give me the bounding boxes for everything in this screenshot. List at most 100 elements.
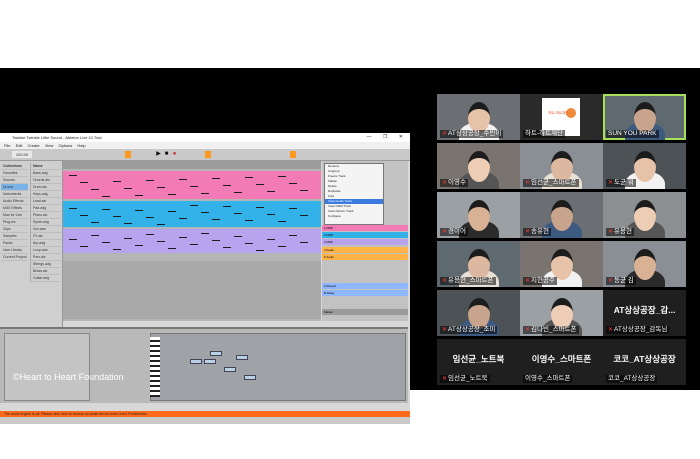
context-menu-item[interactable]: Configure bbox=[325, 214, 383, 219]
file-item[interactable]: Chords.alc bbox=[31, 177, 61, 184]
participant-name: 코코_AT상상공장 bbox=[606, 375, 658, 383]
track-header[interactable]: A Reverb bbox=[322, 283, 408, 289]
menu-options[interactable]: Options bbox=[58, 143, 72, 148]
participant-tile[interactable]: ✕도균 워 bbox=[603, 143, 686, 189]
track-header[interactable]: B Delay bbox=[322, 290, 408, 296]
participant-name: ✕이영수 bbox=[440, 179, 468, 187]
participant-tile[interactable]: ✕이영수 bbox=[437, 143, 520, 189]
menu-file[interactable]: File bbox=[4, 143, 10, 148]
clip-note bbox=[91, 189, 99, 190]
clip-note bbox=[223, 247, 231, 248]
file-item[interactable]: Strings.adg bbox=[31, 261, 61, 268]
file-item[interactable]: Loop.wav bbox=[31, 247, 61, 254]
place-item[interactable]: Plug-ins bbox=[1, 219, 28, 226]
place-item[interactable]: Samples bbox=[1, 233, 28, 240]
stop-icon[interactable]: ■ bbox=[163, 151, 170, 158]
participant-tile[interactable]: ✕임선균_스마트폰 bbox=[520, 143, 603, 189]
piano-roll-note[interactable] bbox=[210, 351, 222, 356]
participant-tile[interactable]: AT상상공장_감... ✕AT상상공장_감독님 bbox=[603, 290, 686, 336]
detail-view[interactable] bbox=[0, 327, 408, 403]
timeline-ruler[interactable] bbox=[63, 161, 321, 169]
clip-note bbox=[267, 214, 275, 215]
file-item[interactable]: Arp.adg bbox=[31, 240, 61, 247]
piano-roll-note[interactable] bbox=[224, 367, 236, 372]
metronome-icon[interactable] bbox=[125, 151, 131, 158]
participant-tile[interactable]: 이영수_스마트폰 이영수_스마트폰 bbox=[520, 339, 603, 385]
participant-tile[interactable]: ✕경이어 bbox=[437, 192, 520, 238]
participant-tile[interactable]: ✕동균 김 bbox=[603, 241, 686, 287]
clip-note bbox=[267, 191, 275, 192]
participant-tile[interactable]: SUN YOU PARK bbox=[603, 94, 686, 140]
overdub-icon[interactable] bbox=[205, 151, 211, 158]
participant-tile[interactable]: ✕유용현_스마트폰 bbox=[437, 241, 520, 287]
clip-properties[interactable] bbox=[4, 333, 90, 401]
record-icon[interactable]: ● bbox=[171, 151, 178, 158]
participant-name-text: 이영수_스마트폰 bbox=[525, 375, 571, 382]
participant-tile[interactable]: 하트-하트재단 하트-하트재단 bbox=[520, 94, 603, 140]
piano-roll[interactable] bbox=[150, 333, 406, 401]
clip-note bbox=[80, 215, 88, 216]
place-item[interactable]: Current Project bbox=[1, 254, 28, 261]
file-item[interactable]: Pad.adg bbox=[31, 205, 61, 212]
participant-name: ✕경이어 bbox=[440, 228, 468, 236]
participant-name-text: SUN YOU PARK bbox=[608, 130, 657, 137]
context-menu[interactable]: Rename Ungroup Freeze Track Flatten Dele… bbox=[324, 163, 384, 225]
file-item[interactable]: Piano.alc bbox=[31, 212, 61, 219]
participant-tile[interactable]: ✕유용현 bbox=[603, 192, 686, 238]
participant-tile[interactable]: 코코_AT상상공장 코코_AT상상공장 bbox=[603, 339, 686, 385]
file-item[interactable]: FX.alc bbox=[31, 233, 61, 240]
loop-icon[interactable] bbox=[290, 151, 296, 158]
piano-roll-note[interactable] bbox=[190, 359, 202, 364]
clip-note bbox=[113, 249, 121, 250]
play-icon[interactable]: ▶ bbox=[155, 151, 162, 158]
participant-tile[interactable]: ✕김다빈_스마트폰 bbox=[520, 290, 603, 336]
file-item[interactable]: Lead.alc bbox=[31, 198, 61, 205]
file-item[interactable]: Keys.adg bbox=[31, 191, 61, 198]
track-header[interactable]: 3 MIDI bbox=[322, 239, 408, 245]
piano-keys[interactable] bbox=[150, 337, 160, 397]
place-item[interactable]: Sounds bbox=[1, 177, 28, 184]
file-item[interactable]: Bass.adg bbox=[31, 170, 61, 177]
place-item[interactable]: Packs bbox=[1, 240, 28, 247]
arrangement-view[interactable] bbox=[63, 161, 321, 321]
place-item[interactable]: Drums bbox=[1, 184, 28, 191]
empty-track-area[interactable] bbox=[63, 261, 321, 319]
file-item[interactable]: Drum.alc bbox=[31, 184, 61, 191]
track-header[interactable]: 4 Audio bbox=[322, 247, 408, 253]
track-header[interactable]: 1 MIDI bbox=[322, 225, 408, 231]
place-item[interactable]: Max for Live bbox=[1, 212, 28, 219]
participant-tile[interactable]: ✕송유현 bbox=[520, 192, 603, 238]
file-item[interactable]: Perc.alc bbox=[31, 254, 61, 261]
menu-edit[interactable]: Edit bbox=[16, 143, 23, 148]
menu-help[interactable]: Help bbox=[77, 143, 85, 148]
window-controls[interactable]: — ❐ ✕ bbox=[367, 133, 408, 142]
menu-create[interactable]: Create bbox=[28, 143, 40, 148]
participant-tile[interactable]: ✕AT상상공장_조미 bbox=[437, 290, 520, 336]
place-item[interactable]: Favorites bbox=[1, 170, 28, 177]
track-header[interactable]: Master bbox=[322, 309, 408, 315]
place-item[interactable]: Clips bbox=[1, 226, 28, 233]
file-item[interactable]: Synth.adg bbox=[31, 219, 61, 226]
piano-roll-note[interactable] bbox=[204, 359, 216, 364]
track-header[interactable]: 5 Audio bbox=[322, 254, 408, 260]
mic-muted-icon: ✕ bbox=[442, 131, 448, 137]
midi-clip-purple[interactable] bbox=[63, 229, 321, 253]
file-item[interactable]: Guitar.adg bbox=[31, 275, 61, 282]
participant-tile[interactable]: ✕AT상상공장_수빈이 bbox=[437, 94, 520, 140]
piano-roll-note[interactable] bbox=[236, 355, 248, 360]
participant-name-text: AT상상공장_수빈이 bbox=[448, 130, 502, 137]
place-item[interactable]: Instruments bbox=[1, 191, 28, 198]
place-item[interactable]: Audio Effects bbox=[1, 198, 28, 205]
file-item[interactable]: Vox.wav bbox=[31, 226, 61, 233]
place-item[interactable]: MIDI Effects bbox=[1, 205, 28, 212]
tempo-field[interactable]: 120.00 bbox=[12, 151, 32, 158]
participant-tile[interactable]: ✕지현공주 bbox=[520, 241, 603, 287]
participant-tile[interactable]: 임선균_노트북 ✕임선균_노트북 bbox=[437, 339, 520, 385]
track-header[interactable]: 2 MIDI bbox=[322, 232, 408, 238]
clip-note bbox=[245, 220, 253, 221]
file-item[interactable]: Brass.alc bbox=[31, 268, 61, 275]
menu-view[interactable]: View bbox=[45, 143, 54, 148]
piano-roll-note[interactable] bbox=[244, 375, 256, 380]
clip-note bbox=[190, 244, 198, 245]
place-item[interactable]: User Library bbox=[1, 247, 28, 254]
